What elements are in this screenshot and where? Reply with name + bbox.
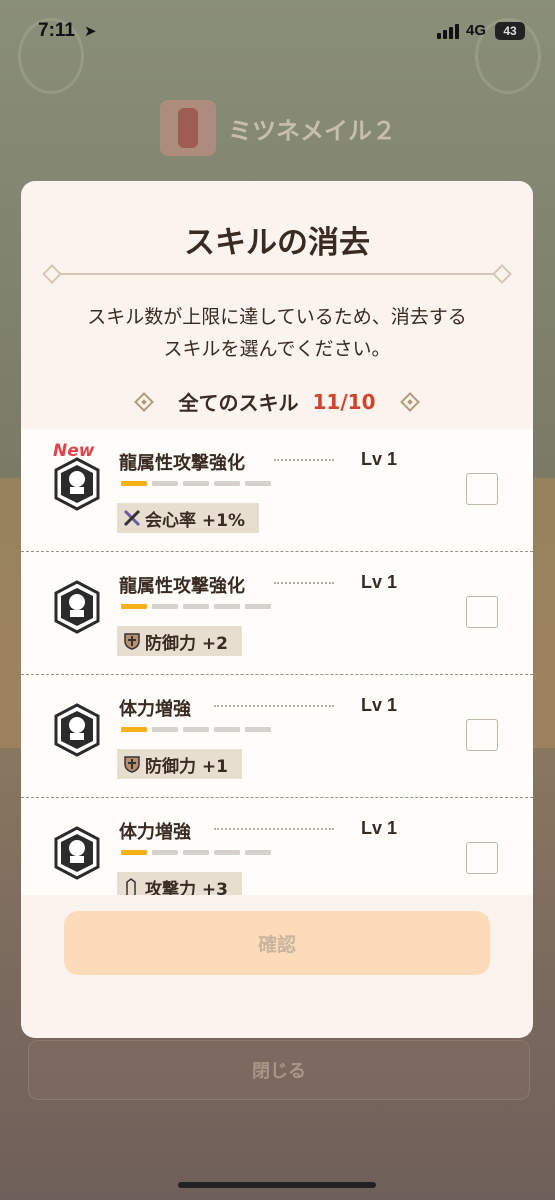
- leader-dots: [214, 705, 334, 707]
- skills-count: 11/10: [312, 389, 376, 414]
- stat-chip: 会心率 +1%: [117, 503, 260, 533]
- skill-level: Lv 1: [361, 818, 398, 838]
- skill-name: 体力増強: [119, 699, 191, 720]
- skill-level: Lv 1: [361, 449, 398, 469]
- equipment-thumbnail: [160, 100, 216, 156]
- stat-text: 防御力 +1: [145, 756, 228, 777]
- stat-chip: 攻撃力 +3: [117, 872, 242, 895]
- skill-emblem-icon: [54, 826, 100, 880]
- stat-chip: 防御力 +1: [117, 749, 242, 779]
- skill-row[interactable]: New 龍属性攻撃強化 Lv 1 会心率 +1%: [21, 429, 533, 552]
- leader-dots: [274, 582, 334, 584]
- sword-icon: [126, 878, 136, 895]
- skill-checkbox[interactable]: [466, 719, 498, 751]
- skill-checkbox[interactable]: [466, 596, 498, 628]
- skill-name: 龍属性攻撃強化: [119, 453, 245, 474]
- skill-row[interactable]: 体力増強 Lv 1 攻撃力 +3: [21, 798, 533, 895]
- home-indicator: [178, 1182, 376, 1188]
- leader-dots: [274, 459, 334, 461]
- network-type: 4G: [466, 22, 487, 39]
- modal-title: スキルの消去: [184, 225, 370, 261]
- skill-emblem-icon: [54, 580, 100, 634]
- location-arrow-icon: ➤: [84, 22, 97, 40]
- level-bar: [121, 604, 271, 609]
- stat-text: 攻撃力 +3: [145, 879, 228, 896]
- modal-message: スキル数が上限に達しているため、消去する スキルを選んでください。: [51, 301, 503, 365]
- message-line: スキルを選んでください。: [163, 338, 391, 360]
- skill-emblem-icon: [54, 457, 100, 511]
- confirm-button[interactable]: 確認: [64, 911, 490, 975]
- skills-header: 全てのスキル 11/10: [21, 387, 533, 416]
- stat-text: 防御力 +2: [145, 633, 228, 654]
- signal-bars-icon: [437, 24, 459, 39]
- skill-emblem-icon: [54, 703, 100, 757]
- status-time: 7:11: [38, 20, 75, 41]
- new-badge: New: [53, 441, 95, 461]
- equipment-header: ミツネメイル２: [160, 100, 396, 156]
- skill-row[interactable]: 龍属性攻撃強化 Lv 1 防御力 +2: [21, 552, 533, 675]
- shield-cross-icon: [124, 633, 140, 650]
- shield-cross-icon: [124, 756, 140, 773]
- skill-row[interactable]: 体力増強 Lv 1 防御力 +1: [21, 675, 533, 798]
- skill-level: Lv 1: [361, 695, 398, 715]
- skill-checkbox[interactable]: [466, 473, 498, 505]
- header-diamond-icon: [133, 391, 154, 412]
- divider-diamond-icon: [42, 264, 62, 284]
- level-bar: [121, 481, 271, 486]
- skill-checkbox[interactable]: [466, 842, 498, 874]
- skill-delete-modal: スキルの消去 スキル数が上限に達しているため、消去する スキルを選んでください。…: [21, 181, 533, 1038]
- status-bar: 7:11 ➤ 4G 43: [0, 0, 555, 60]
- equipment-name: ミツネメイル２: [228, 116, 396, 145]
- level-bar: [121, 727, 271, 732]
- message-line: スキル数が上限に達しているため、消去する: [87, 306, 467, 328]
- close-button[interactable]: 閉じる: [28, 1040, 530, 1100]
- skill-list[interactable]: New 龍属性攻撃強化 Lv 1 会心率 +1% 龍属性攻撃強化 Lv 1 防御…: [21, 429, 533, 895]
- skills-header-label: 全てのスキル: [178, 391, 299, 415]
- level-bar: [121, 850, 271, 855]
- skill-name: 龍属性攻撃強化: [119, 576, 245, 597]
- battery-icon: 43: [495, 22, 525, 40]
- stat-text: 会心率 +1%: [145, 510, 246, 531]
- crossed-blades-icon: [123, 509, 141, 527]
- skill-level: Lv 1: [361, 572, 398, 592]
- header-diamond-icon: [400, 391, 421, 412]
- leader-dots: [214, 828, 334, 830]
- skill-name: 体力増強: [119, 822, 191, 843]
- stat-chip: 防御力 +2: [117, 626, 242, 656]
- divider-diamond-icon: [492, 264, 512, 284]
- title-divider: [42, 264, 512, 284]
